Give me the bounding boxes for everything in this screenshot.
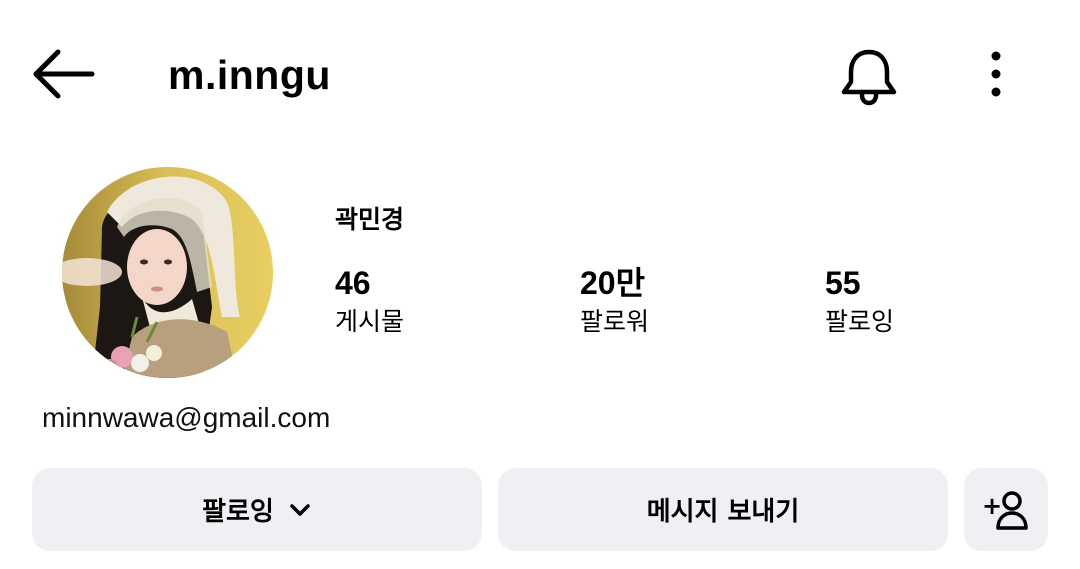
- more-options-button[interactable]: [976, 48, 1016, 100]
- posts-stat[interactable]: 46 게시물: [335, 264, 535, 340]
- add-user-icon: +: [982, 490, 1028, 530]
- profile-photo: [62, 167, 273, 378]
- add-user-button[interactable]: +: [964, 468, 1048, 551]
- followers-stat[interactable]: 20만 팔로워: [580, 264, 780, 340]
- avatar[interactable]: [62, 167, 273, 378]
- following-stat[interactable]: 55 팔로잉: [825, 264, 1025, 340]
- bio-email: minnwawa@gmail.com: [42, 402, 331, 433]
- profile-page: m.inngu 곽민경 46 게시물 20만 팔로워 55 팔로잉 minnwa…: [0, 0, 1080, 569]
- arrow-left-icon: [33, 49, 95, 99]
- chevron-down-icon: [288, 502, 312, 518]
- message-button-label: 메시지 보내기: [646, 497, 800, 527]
- followers-label: 팔로워: [580, 307, 650, 336]
- message-button[interactable]: 메시지 보내기: [498, 468, 948, 551]
- posts-label: 게시물: [335, 307, 405, 336]
- add-user-plus: +: [982, 492, 1002, 520]
- following-button-label: 팔로잉: [202, 497, 274, 527]
- bell-icon: [841, 49, 897, 106]
- notifications-button[interactable]: [836, 42, 902, 108]
- following-label: 팔로잉: [825, 307, 895, 336]
- profile-username: m.inngu: [168, 52, 331, 98]
- display-name: 곽민경: [335, 205, 405, 234]
- following-button[interactable]: 팔로잉: [32, 468, 482, 551]
- more-vertical-icon: [991, 51, 1001, 97]
- back-button[interactable]: [28, 44, 98, 104]
- followers-count: 20만: [580, 265, 646, 301]
- following-count: 55: [825, 265, 861, 301]
- posts-count: 46: [335, 265, 371, 301]
